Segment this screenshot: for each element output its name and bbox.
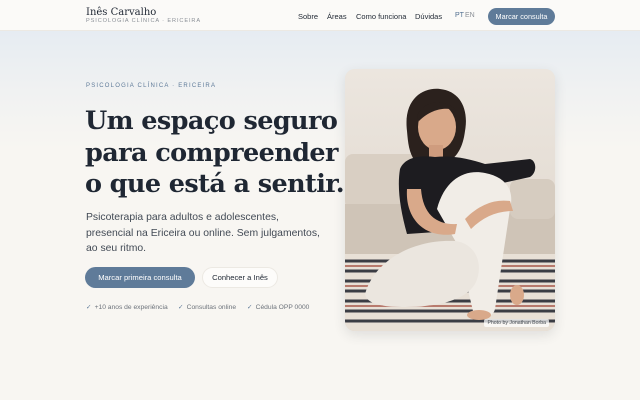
nav-link-sobre[interactable]: Sobre xyxy=(298,12,318,21)
feature-label: Consultas online xyxy=(186,304,237,311)
nav-link-areas[interactable]: Áreas xyxy=(327,12,347,21)
feature-online: ✓ Consultas online xyxy=(178,303,236,311)
feature-license: ✓ Cédula OPP 0000 xyxy=(247,303,309,311)
hero-headline: Um espaço seguro para compreender o que … xyxy=(85,106,345,201)
feature-experience: ✓ +10 anos de experiência xyxy=(86,303,168,311)
brand-subtitle: PSICOLOGIA CLÍNICA · ERICEIRA xyxy=(86,18,202,24)
meet-ines-button[interactable]: Conhecer a Inês xyxy=(202,267,278,288)
check-icon: ✓ xyxy=(86,304,92,311)
site-header: Inês Carvalho PSICOLOGIA CLÍNICA · ERICE… xyxy=(0,0,640,31)
hero-eyebrow: PSICOLOGIA CLÍNICA · ERICEIRA xyxy=(86,83,217,89)
header-cta-button[interactable]: Marcar consulta xyxy=(488,8,555,25)
brand-name[interactable]: Inês Carvalho xyxy=(86,7,156,18)
headline-line: o que está a sentir. xyxy=(85,169,345,199)
description-line: ao seu ritmo. xyxy=(86,243,147,254)
portrait-illustration xyxy=(345,69,555,331)
headline-line: para compreender xyxy=(85,137,338,168)
nav-link-duvidas[interactable]: Dúvidas xyxy=(415,12,442,21)
lang-switch-pt[interactable]: PT xyxy=(455,12,464,19)
lang-switch-en[interactable]: EN xyxy=(465,12,475,19)
feature-label: +10 anos de experiência xyxy=(94,304,168,311)
headline-line: Um espaço seguro xyxy=(85,106,338,136)
description-line: Psicoterapia para adultos e adolescentes… xyxy=(86,212,279,223)
check-icon: ✓ xyxy=(247,304,253,311)
book-first-session-button[interactable]: Marcar primeira consulta xyxy=(85,267,195,288)
nav-link-como-funciona[interactable]: Como funciona xyxy=(356,12,406,21)
description-line: presencial na Ericeira ou online. Sem ju… xyxy=(86,227,320,239)
hero-description: Psicoterapia para adultos e adolescentes… xyxy=(86,210,326,257)
check-icon: ✓ xyxy=(178,304,184,311)
hero-photo: Photo by Jonathan Borba xyxy=(345,69,555,331)
feature-label: Cédula OPP 0000 xyxy=(255,304,310,311)
photo-credit: Photo by Jonathan Borba xyxy=(484,319,549,327)
